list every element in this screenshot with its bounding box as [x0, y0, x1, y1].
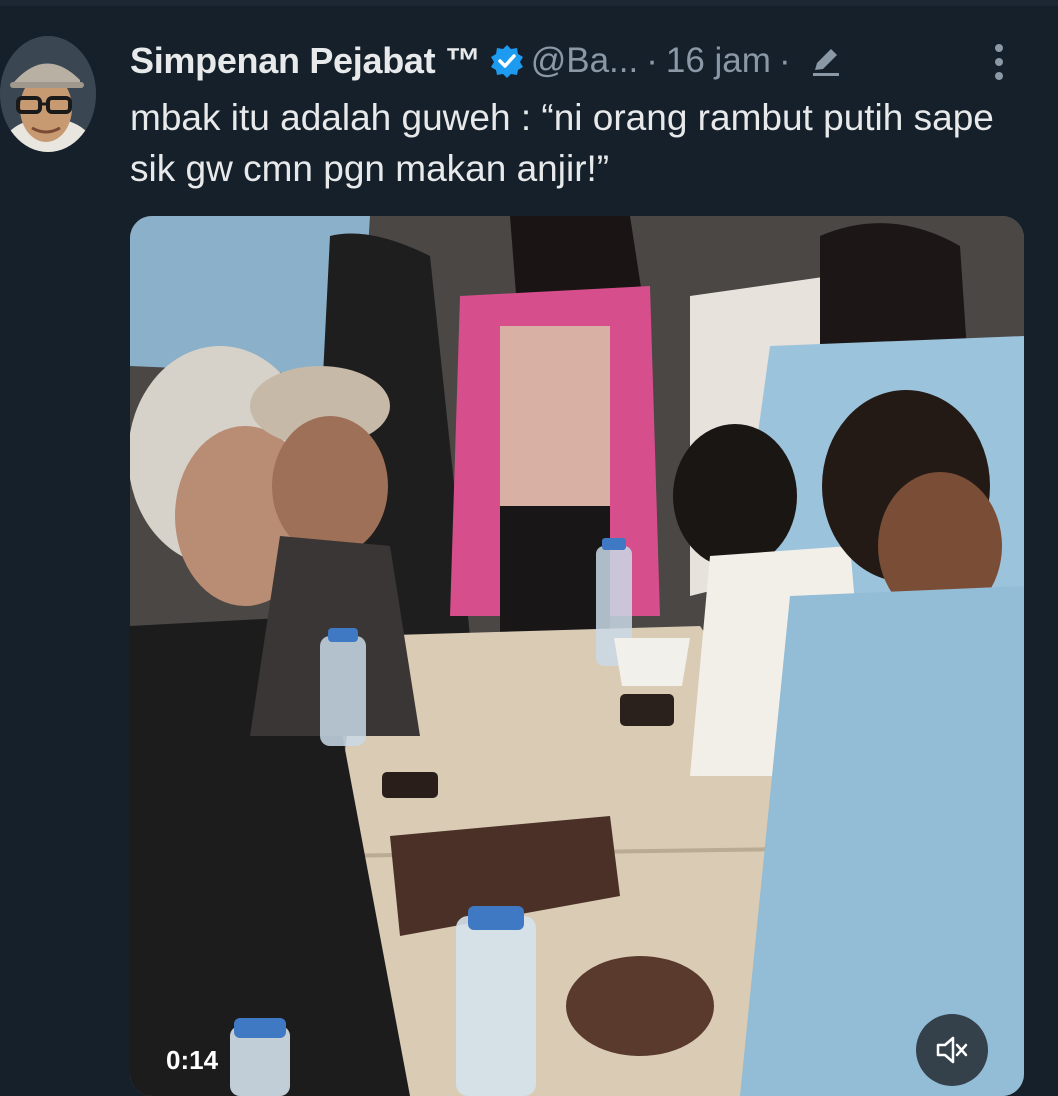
tweet-text: mbak itu adalah guweh : “ni orang rambut…	[130, 97, 994, 189]
timestamp[interactable]: 16 jam	[666, 41, 771, 81]
tweet-header: Simpenan Pejabat ™ @Ba... · 16 jam ·	[130, 38, 843, 84]
speaker-muted-icon[interactable]	[916, 1014, 988, 1086]
divider	[0, 0, 1058, 6]
video-timestamp: 0:14	[166, 1045, 219, 1075]
video-player[interactable]: 0:14	[130, 216, 1024, 1096]
avatar[interactable]	[0, 36, 96, 152]
separator-dot: ·	[778, 41, 791, 80]
handle[interactable]: @Ba...	[531, 41, 639, 81]
more-options-icon[interactable]	[986, 42, 1012, 86]
verified-badge-icon	[489, 43, 525, 79]
video-frame	[130, 216, 1024, 1096]
tweet[interactable]: Simpenan Pejabat ™ @Ba... · 16 jam · mba…	[0, 0, 1058, 1096]
display-name[interactable]: Simpenan Pejabat ™	[130, 40, 481, 82]
edit-pencil-icon[interactable]	[809, 44, 843, 78]
separator-dot: ·	[646, 41, 658, 80]
